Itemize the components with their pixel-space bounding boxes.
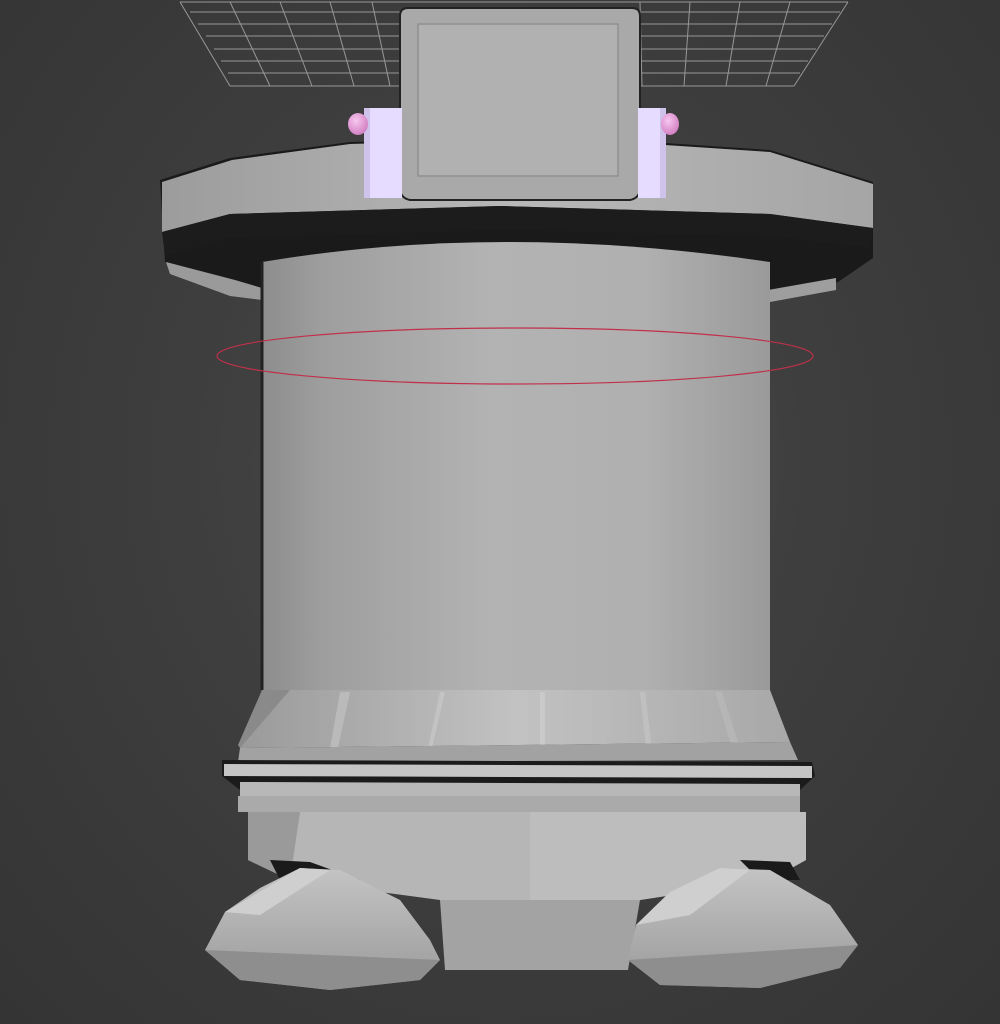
main-cylinder[interactable]: [260, 242, 770, 690]
ring-band[interactable]: [222, 760, 815, 812]
display-box[interactable]: [399, 7, 641, 201]
right-knob[interactable]: [661, 113, 679, 135]
base-skirt[interactable]: [238, 690, 798, 762]
left-knob[interactable]: [348, 113, 368, 135]
3d-viewport[interactable]: [0, 0, 1000, 1024]
left-clamp[interactable]: [364, 108, 402, 198]
scene-canvas[interactable]: [0, 0, 1000, 1024]
